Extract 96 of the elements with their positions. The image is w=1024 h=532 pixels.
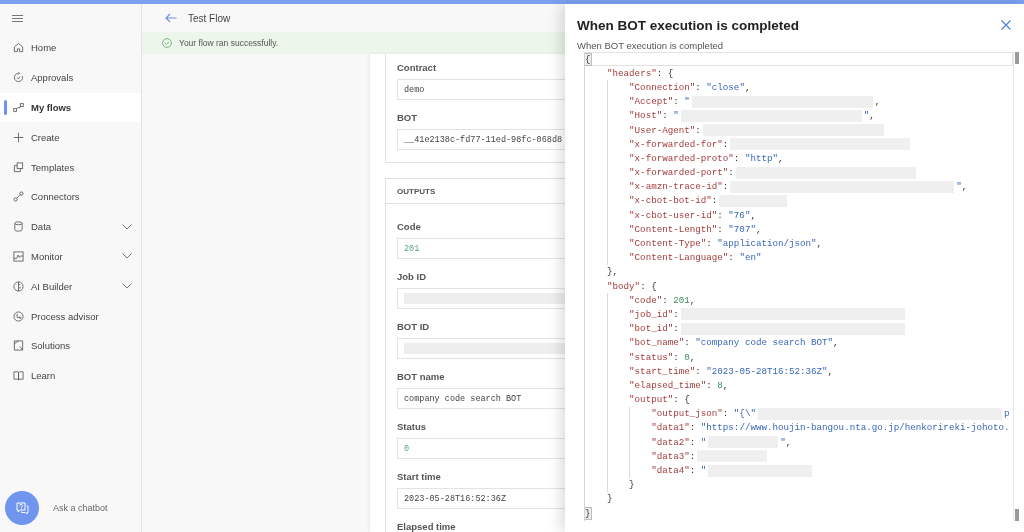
check-circle-icon — [162, 38, 172, 48]
code-text: "x-cbot-bot-id": — [629, 195, 718, 207]
code-text: "output_json": "{\" — [651, 408, 756, 420]
field-label: Code — [397, 221, 421, 232]
connected-nodes-icon — [13, 102, 24, 113]
value-field: 0 — [397, 438, 565, 459]
chatbot-label: Ask a chatbot — [53, 503, 108, 513]
code-text: "Content-Length": "707", — [629, 223, 762, 235]
stacked-squares-icon — [13, 161, 24, 173]
code-editor[interactable] — [584, 52, 1013, 521]
section-title: OUTPUTS — [397, 186, 436, 196]
house-icon — [13, 42, 24, 54]
code-text: "Content-Type": "application/json", — [629, 238, 823, 250]
chatbot-button[interactable] — [5, 491, 39, 525]
code-text: { — [585, 53, 591, 65]
code-text: } — [629, 479, 635, 491]
scrollbar-thumb[interactable] — [1014, 52, 1019, 64]
field-label: BOT ID — [397, 321, 430, 332]
code-text: "Accept": " — [629, 96, 690, 108]
sidebar-item[interactable]: AI Builder — [0, 271, 141, 302]
chevron-down-icon[interactable] — [122, 223, 132, 230]
sidebar-item[interactable]: Process advisor — [0, 301, 141, 331]
clock-icon — [13, 310, 24, 322]
panel-subtitle: When BOT execution is completed — [577, 40, 724, 51]
code-text: "start_time": "2023-05-28T16:52:36Z", — [629, 365, 834, 377]
linked-circles-icon — [13, 191, 24, 203]
circular-arrow-icon — [13, 72, 24, 84]
code-text: "Host": " — [629, 110, 679, 122]
panel-title: When BOT execution is completed — [577, 17, 800, 33]
sidebar-item[interactable]: Create — [0, 122, 141, 153]
back-arrow-icon[interactable] — [165, 13, 177, 23]
code-text: }, — [607, 266, 619, 278]
field-label: BOT — [397, 112, 418, 123]
value-field: __41e2138c-fd77-11ed-98fc-068d8 — [397, 129, 565, 150]
document-icon — [13, 340, 24, 352]
code-text: "output": { — [629, 394, 690, 406]
sidebar-item[interactable]: Approvals — [0, 62, 141, 93]
code-text: ", — [780, 436, 792, 448]
sidebar-item[interactable]: Monitor — [0, 241, 141, 272]
database-icon — [13, 221, 24, 233]
code-text: "bot_id": — [629, 323, 679, 335]
sidebar-item[interactable]: My flows — [0, 92, 141, 123]
field-label: Contract — [397, 62, 437, 73]
code-text: } — [585, 507, 591, 519]
chevron-down-icon[interactable] — [122, 283, 132, 290]
banner-message: Your flow ran successfully. — [179, 38, 279, 48]
sidebar-item[interactable]: Data — [0, 211, 141, 242]
value-field: demo — [397, 79, 565, 100]
code-text: "elapsed_time": 8, — [629, 379, 729, 391]
code-text: "x-forwarded-port": — [629, 167, 734, 179]
code-text: } — [607, 493, 613, 505]
chat-bubble-icon — [15, 501, 29, 515]
chevron-down-icon[interactable] — [122, 253, 132, 260]
scrollbar-thumb[interactable] — [1014, 509, 1019, 521]
vertical-scrollbar[interactable] — [1013, 52, 1019, 521]
code-text: p — [1003, 408, 1010, 420]
page-title: Test Flow — [188, 12, 231, 24]
code-text: "data3": — [651, 450, 696, 462]
code-text: "data4": " — [651, 465, 707, 477]
code-text: "Content-Language": "en" — [629, 252, 762, 264]
value-field: 201 — [397, 238, 565, 259]
code-text: "x-forwarded-proto": "http", — [629, 152, 784, 164]
code-text: "Connection": "close", — [629, 81, 751, 93]
code-text: ", — [863, 110, 875, 122]
sidebar-item[interactable]: Solutions — [0, 330, 141, 361]
plus-icon — [13, 131, 24, 143]
code-text: "x-forwarded-for": — [629, 138, 729, 150]
code-text: "status": 0, — [629, 351, 696, 363]
code-text: "bot_name": "company code search BOT", — [629, 337, 839, 349]
code-text: "x-cbot-user-id": "76", — [629, 209, 756, 221]
field-label: BOT name — [397, 371, 445, 382]
sidebar-item[interactable]: Home — [0, 33, 141, 63]
code-text: "data2": " — [651, 436, 707, 448]
menu-icon[interactable] — [12, 15, 23, 22]
book-icon — [13, 370, 24, 382]
sidebar-item[interactable]: Templates — [0, 152, 141, 182]
field-label: Elapsed time — [397, 521, 456, 532]
value-field: company code search BOT — [397, 388, 565, 409]
code-text: "job_id": — [629, 308, 679, 320]
code-text: "code": 201, — [629, 294, 696, 306]
value-field: 2023-05-28T16:52:36Z — [397, 488, 565, 509]
code-text: "User-Agent": — [629, 124, 701, 136]
sidebar-item[interactable]: Connectors — [0, 182, 141, 212]
code-text: "body": { — [607, 280, 657, 292]
close-icon[interactable] — [1001, 20, 1011, 30]
field-label: Status — [397, 421, 427, 432]
pulse-chart-icon — [13, 250, 24, 262]
code-text: ", — [956, 181, 968, 193]
field-label: Job ID — [397, 271, 427, 282]
split-circle-icon — [13, 280, 24, 292]
code-text: "data1": "https://www.houjin-bangou.nta.go.jp/henkorireki-johoto. — [651, 422, 1010, 434]
code-text: "headers": { — [607, 67, 674, 79]
sidebar-item[interactable]: Learn — [0, 360, 141, 391]
code-text: , — [874, 96, 881, 108]
code-text: "x-amzn-trace-id": — [629, 181, 729, 193]
field-label: Start time — [397, 471, 441, 482]
